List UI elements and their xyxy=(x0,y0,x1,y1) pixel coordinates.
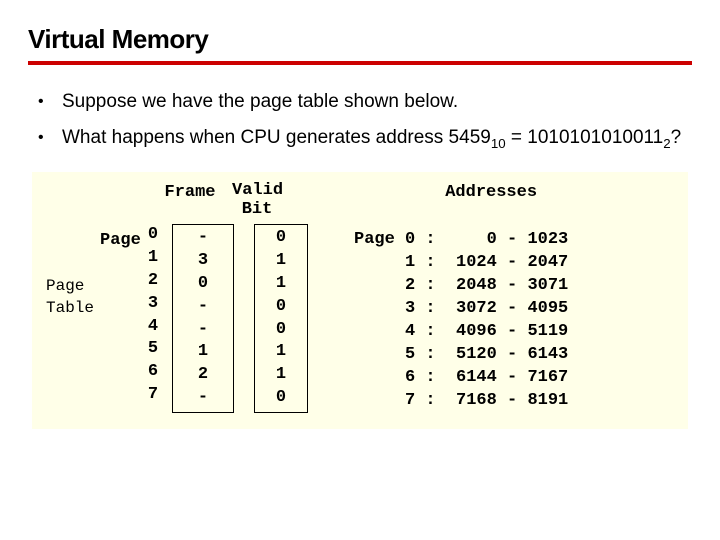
page-table-side-label: Page Table xyxy=(46,182,100,413)
valid-cell: 1 xyxy=(271,273,291,296)
bullet-2-mid: = 1010101010011 xyxy=(506,127,664,148)
frame-cell: 1 xyxy=(189,341,217,364)
frame-cell: - xyxy=(189,227,217,250)
valid-cell: 1 xyxy=(271,250,291,273)
bullet-1: • Suppose we have the page table shown b… xyxy=(38,89,692,115)
bullet-2-tail: ? xyxy=(671,127,682,148)
valid-cell: 0 xyxy=(271,296,291,319)
bullet-2-sub1: 10 xyxy=(491,135,506,150)
page-table-block: Page Table Frame Valid Bit Page 0 xyxy=(46,182,318,413)
address-row: Page 0 : 0 - 1023 xyxy=(354,229,568,252)
valid-cell: 0 xyxy=(271,227,291,250)
valid-bit-header: Valid Bit xyxy=(226,182,288,223)
valid-cell: 0 xyxy=(271,387,291,410)
bullet-2-sub2: 2 xyxy=(663,135,670,150)
address-row: 5 : 5120 - 6143 xyxy=(354,344,568,367)
page-word-column: Page xyxy=(100,224,140,414)
frame-cell: - xyxy=(189,319,217,342)
address-row: 4 : 4096 - 5119 xyxy=(354,321,568,344)
valid-cell: 1 xyxy=(271,341,291,364)
slide-title: Virtual Memory xyxy=(28,24,692,55)
frame-cell: 3 xyxy=(189,250,217,273)
bullet-dot-icon: • xyxy=(38,89,62,115)
page-index-column: 0 1 2 3 4 5 6 7 xyxy=(144,224,162,414)
slide: Virtual Memory • Suppose we have the pag… xyxy=(0,0,720,453)
page-idx: 3 xyxy=(144,293,162,316)
bullet-dot-icon: • xyxy=(38,125,62,153)
page-idx: 7 xyxy=(144,384,162,407)
page-idx: 1 xyxy=(144,247,162,270)
address-rows: Page 0 : 0 - 1023 1 : 1024 - 2047 2 : 20… xyxy=(354,229,568,413)
address-row: 3 : 3072 - 4095 xyxy=(354,298,568,321)
page-idx: 4 xyxy=(144,316,162,339)
frame-column: - 3 0 - - 1 2 - xyxy=(172,224,234,414)
address-row: 2 : 2048 - 3071 xyxy=(354,275,568,298)
valid-column: 0 1 1 0 0 1 1 0 xyxy=(254,224,308,414)
page-idx: 6 xyxy=(144,361,162,384)
bullet-1-text: Suppose we have the page table shown bel… xyxy=(62,89,692,115)
page-idx: 0 xyxy=(144,224,162,247)
addresses-header: Addresses xyxy=(354,182,568,221)
bullet-2: • What happens when CPU generates addres… xyxy=(38,125,692,153)
address-row: 6 : 6144 - 7167 xyxy=(354,367,568,390)
frame-cell: 2 xyxy=(189,364,217,387)
page-idx: 2 xyxy=(144,270,162,293)
bullet-2-text: What happens when CPU generates address … xyxy=(62,125,692,153)
valid-cell: 1 xyxy=(271,364,291,387)
frame-cell: - xyxy=(189,387,217,410)
frame-header: Frame xyxy=(154,182,226,223)
page-word: Page xyxy=(100,230,140,253)
title-underline xyxy=(28,61,692,65)
frame-cell: 0 xyxy=(189,273,217,296)
valid-cell: 0 xyxy=(271,319,291,342)
address-row: 1 : 1024 - 2047 xyxy=(354,252,568,275)
bullet-2-pre: What happens when CPU generates address … xyxy=(62,127,491,148)
page-table-figure: Page Table Frame Valid Bit Page 0 xyxy=(32,172,688,429)
bullet-list: • Suppose we have the page table shown b… xyxy=(38,89,692,152)
address-ranges-block: Addresses Page 0 : 0 - 1023 1 : 1024 - 2… xyxy=(354,182,568,413)
address-row: 7 : 7168 - 8191 xyxy=(354,390,568,413)
page-idx: 5 xyxy=(144,338,162,361)
frame-cell: - xyxy=(189,296,217,319)
